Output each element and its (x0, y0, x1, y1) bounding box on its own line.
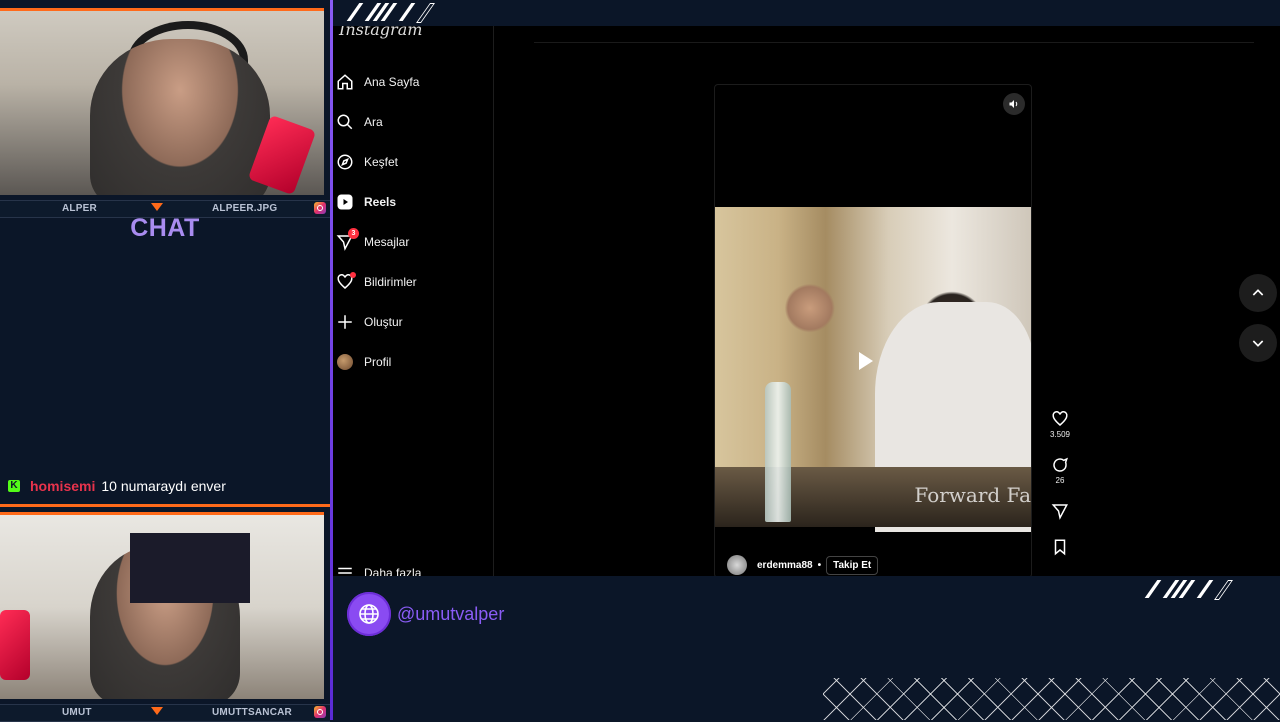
top-cam-name: ALPER (62, 203, 97, 214)
nav-create-label: Oluştur (364, 315, 403, 329)
bottom-webcam (0, 512, 324, 699)
nameplate-arrow-icon (151, 203, 163, 211)
next-reel-button[interactable] (1239, 324, 1277, 362)
reel-player[interactable]: Forward Fa erdemma88 • Takip Et (714, 84, 1032, 576)
wall-banner (130, 533, 250, 603)
video-bottle (765, 382, 791, 522)
streamer-top (90, 39, 270, 195)
play-icon[interactable] (859, 352, 873, 370)
nav-more-label: Daha fazla (364, 566, 422, 576)
chat-message: K homisemi 10 numaraydı enver (8, 478, 226, 494)
heart-icon (1052, 411, 1068, 426)
social-handle: @umutvalper (347, 592, 504, 636)
instagram-logo[interactable]: Instagram (339, 26, 422, 39)
chat-title: CHAT (130, 214, 200, 242)
chat-divider (0, 504, 330, 507)
slash-decoration (1144, 580, 1234, 600)
nav-messages-label: Mesajlar (364, 235, 410, 249)
nav-explore-label: Keşfet (364, 155, 399, 169)
volume-icon (1009, 100, 1018, 108)
messages-badge: 3 (348, 228, 359, 239)
bottom-nameplate: UMUT UMUTTSANCAR (0, 704, 330, 722)
nameplate-arrow-icon (151, 707, 163, 715)
reel-video[interactable]: Forward Fa (715, 207, 1031, 532)
reels-icon (335, 192, 355, 212)
nav-profile-label: Profil (364, 355, 392, 369)
nav-messages[interactable]: 3 Mesajlar (333, 227, 493, 257)
chevron-up-icon (1252, 289, 1264, 296)
kick-icon: K (8, 480, 20, 492)
nav-profile[interactable]: Profil (333, 347, 493, 377)
nav-home-label: Ana Sayfa (364, 75, 420, 89)
plus-icon (335, 312, 355, 332)
nav-explore[interactable]: Keşfet (333, 147, 493, 177)
avatar-icon (335, 352, 355, 372)
messenger-icon: 3 (335, 228, 359, 252)
comment-action[interactable]: 26 (1048, 456, 1072, 485)
author-avatar[interactable] (727, 555, 747, 575)
microphone (0, 610, 30, 680)
globe-icon (347, 592, 391, 636)
nav-reels-label: Reels (364, 195, 397, 209)
instagram-sidebar: Instagram Ana Sayfa Ara Keşfet Reels 3 M… (333, 26, 494, 576)
comment-count: 26 (1055, 476, 1065, 485)
reel-author: erdemma88 • Takip Et (727, 555, 879, 575)
top-webcam (0, 8, 324, 195)
nav-more[interactable]: Daha fazla (333, 558, 493, 576)
comment-icon (1053, 457, 1069, 472)
volume-button[interactable] (1003, 93, 1025, 115)
compass-icon (335, 152, 355, 172)
heart-icon (335, 272, 356, 292)
chat-username: homisemi (30, 478, 96, 494)
top-cam-handle: ALPEER.JPG (212, 203, 278, 214)
instagram-window: Instagram Ana Sayfa Ara Keşfet Reels 3 M… (333, 26, 1280, 576)
video-watermark: Forward Fa (914, 483, 1031, 507)
diamond-pattern (823, 678, 1280, 720)
nav-notifications-label: Bildirimler (364, 275, 417, 289)
nav-notifications[interactable]: Bildirimler (333, 267, 493, 297)
author-separator: • (817, 559, 822, 571)
home-icon (335, 72, 355, 92)
top-overlay-strip (333, 0, 1280, 26)
share-action[interactable] (1048, 502, 1072, 522)
header-divider (534, 42, 1254, 43)
bottom-cam-name: UMUT (62, 707, 92, 718)
like-count: 3.509 (1049, 430, 1071, 439)
nav-create[interactable]: Oluştur (333, 307, 493, 337)
author-username[interactable]: erdemma88 (757, 560, 813, 571)
chat-text: 10 numaraydı enver (101, 478, 226, 494)
nav-search-label: Ara (364, 115, 383, 129)
save-action[interactable] (1048, 538, 1072, 558)
bookmark-icon (1054, 539, 1066, 556)
notification-dot (350, 272, 356, 278)
handle-text: @umutvalper (397, 603, 505, 624)
nav-search[interactable]: Ara (333, 107, 493, 137)
search-icon (335, 112, 355, 132)
instagram-main: Forward Fa erdemma88 • Takip Et 3.509 26 (494, 26, 1280, 576)
instagram-icon (314, 202, 326, 214)
nav-home[interactable]: Ana Sayfa (333, 67, 493, 97)
menu-icon (335, 563, 355, 576)
instagram-icon (314, 706, 326, 718)
share-icon (1051, 504, 1068, 520)
follow-button[interactable]: Takip Et (826, 555, 879, 575)
slash-decoration (346, 3, 436, 23)
bottom-cam-handle: UMUTTSANCAR (212, 707, 292, 718)
chevron-down-icon (1252, 340, 1264, 347)
bottom-overlay-band: @umutvalper (333, 576, 1280, 720)
nav-reels[interactable]: Reels (333, 187, 493, 217)
previous-reel-button[interactable] (1239, 274, 1277, 312)
like-action[interactable]: 3.509 (1048, 410, 1072, 439)
